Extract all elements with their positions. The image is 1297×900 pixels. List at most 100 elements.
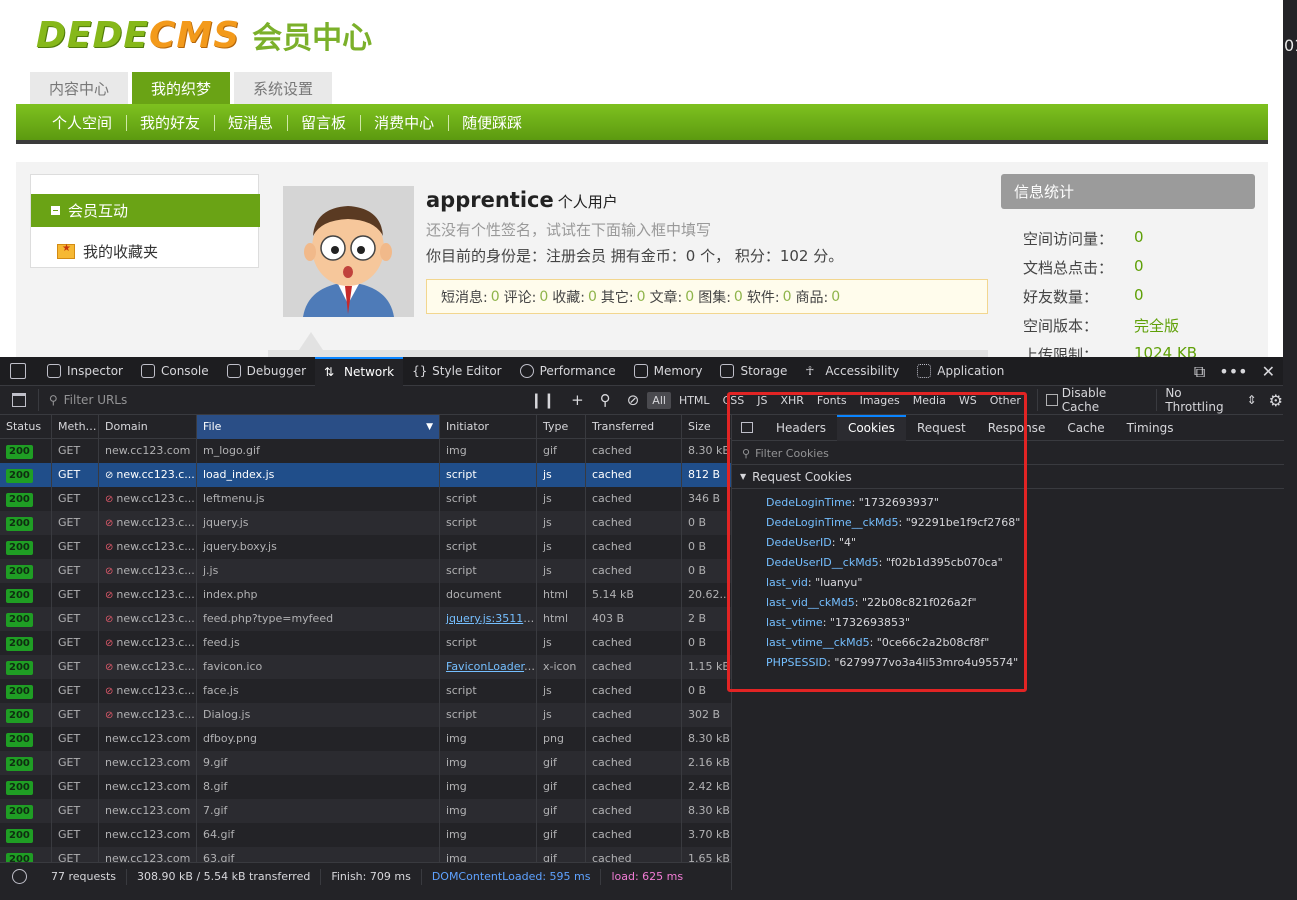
disable-cache-checkbox[interactable]: Disable Cache	[1036, 386, 1146, 414]
table-row[interactable]: 200 GET ⊘ new.cc123.c... face.js script js cach…	[0, 679, 731, 703]
nav-messages[interactable]: 短消息	[214, 112, 287, 133]
cookie-row[interactable]: DedeLoginTime: "1732693937"	[766, 493, 1020, 513]
type-filter-all[interactable]: All	[647, 391, 671, 409]
nav-consumption[interactable]: 消费中心	[360, 112, 448, 133]
menu-member-interaction[interactable]: 会员互动	[31, 194, 260, 227]
add-icon[interactable]: +	[571, 391, 584, 409]
tab-request[interactable]: Request	[906, 415, 977, 441]
stat-value[interactable]: 0	[491, 289, 500, 305]
cookie-row[interactable]: DedeUserID: "4"	[766, 533, 1020, 553]
stat-value[interactable]: 0	[783, 289, 792, 305]
table-row[interactable]: 200 GET new.cc123.com 8.gif img gif cached 2.42…	[0, 775, 731, 799]
table-row[interactable]: 200 GET ⊘ new.cc123.c... jquery.boxy.js scrip…	[0, 535, 731, 559]
avatar[interactable]	[283, 186, 414, 317]
pause-icon[interactable]: ❙❙	[530, 391, 555, 409]
cookie-row[interactable]: last_vid: "luanyu"	[766, 573, 1020, 593]
type-filter-xhr[interactable]: XHR	[775, 392, 808, 409]
tab-system-settings[interactable]: 系统设置	[234, 72, 332, 104]
nav-personal-space[interactable]: 个人空间	[38, 112, 126, 133]
tool-network[interactable]: ⇅ Network	[315, 356, 404, 386]
cookie-row[interactable]: last_vtime: "1732693853"	[766, 613, 1020, 633]
filter-cookies-input[interactable]: ⚲ Filter Cookies	[732, 442, 1284, 465]
stat-value[interactable]: 0	[539, 289, 548, 305]
more-options-icon[interactable]: •••	[1219, 362, 1247, 381]
nav-my-friends[interactable]: 我的好友	[126, 112, 214, 133]
close-icon[interactable]: ✕	[1262, 362, 1275, 381]
initiator-link[interactable]: FaviconLoader....	[446, 660, 536, 673]
col-status[interactable]: Status	[0, 415, 52, 439]
cookie-row[interactable]: last_vtime__ckMd5: "0ce66c2a2b08cf8f"	[766, 633, 1020, 653]
tool-performance[interactable]: Performance	[511, 357, 625, 386]
stat-value[interactable]: 0	[831, 289, 840, 305]
timer-icon[interactable]	[12, 869, 27, 884]
stat-value[interactable]: 0	[734, 289, 743, 305]
cookie-row[interactable]: last_vid__ckMd5: "22b08c821f026a2f"	[766, 593, 1020, 613]
table-row[interactable]: 200 GET ⊘ new.cc123.c... index.php document ht…	[0, 583, 731, 607]
table-row[interactable]: 200 GET ⊘ new.cc123.c... j.js script js cached 0…	[0, 559, 731, 583]
table-row[interactable]: 200 GET new.cc123.com 7.gif img gif cached 8.30…	[0, 799, 731, 823]
menu-favorites[interactable]: 我的收藏夹	[57, 241, 158, 262]
table-row[interactable]: 200 GET ⊘ new.cc123.c... jquery.js script js ca…	[0, 511, 731, 535]
tool-debugger[interactable]: Debugger	[218, 357, 315, 386]
throttling-select[interactable]: No Throttling ⇕	[1156, 386, 1257, 414]
tool-console[interactable]: Console	[132, 357, 218, 386]
nav-guestbook[interactable]: 留言板	[287, 112, 360, 133]
tool-style-editor[interactable]: {} Style Editor	[403, 357, 510, 386]
type-filter-media[interactable]: Media	[908, 392, 951, 409]
clear-trash-icon[interactable]	[12, 393, 26, 407]
filter-urls-input[interactable]: ⚲ Filter URLs	[37, 389, 522, 411]
site-logo[interactable]: DEDECMS 会员中心	[36, 15, 372, 57]
tool-memory[interactable]: Memory	[625, 357, 712, 386]
type-filter-html[interactable]: HTML	[674, 392, 715, 409]
table-row[interactable]: 200 GET ⊘ new.cc123.c... feed.js script js cach…	[0, 631, 731, 655]
col-file[interactable]: File ▼	[197, 415, 440, 439]
stat-value[interactable]: 0	[588, 289, 597, 305]
tab-response[interactable]: Response	[977, 415, 1057, 441]
table-row[interactable]: 200 GET new.cc123.com 64.gif img gif cached 3.7…	[0, 823, 731, 847]
type-filter-images[interactable]: Images	[855, 392, 905, 409]
search-icon[interactable]: ⚲	[600, 391, 611, 409]
tool-application[interactable]: Application	[908, 357, 1013, 386]
col-domain[interactable]: Domain	[99, 415, 197, 439]
cookie-row[interactable]: DedeLoginTime__ckMd5: "92291be1f9cf2768"	[766, 513, 1020, 533]
stat-value[interactable]: 0	[637, 289, 646, 305]
table-row[interactable]: 200 GET ⊘ new.cc123.c... favicon.ico FaviconL…	[0, 655, 731, 679]
col-type[interactable]: Type	[537, 415, 586, 439]
gear-icon[interactable]: ⚙	[1269, 391, 1283, 410]
element-picker-icon[interactable]	[10, 363, 26, 379]
table-row[interactable]: 200 GET ⊘ new.cc123.c... feed.php?type=myfee…	[0, 607, 731, 631]
table-row[interactable]: 200 GET new.cc123.com 63.gif img gif cached 1.6…	[0, 847, 731, 862]
tab-content-center[interactable]: 内容中心	[30, 72, 128, 104]
col-method[interactable]: Method	[52, 415, 99, 439]
table-row[interactable]: 200 GET ⊘ new.cc123.c... Dialog.js script js ca…	[0, 703, 731, 727]
dock-icon[interactable]: ⧉	[1194, 362, 1205, 382]
col-transferred[interactable]: Transferred	[586, 415, 682, 439]
tab-headers[interactable]: Headers	[765, 415, 837, 441]
tab-my-dede[interactable]: 我的织梦	[132, 72, 230, 104]
table-row[interactable]: 200 GET new.cc123.com 9.gif img gif cached 2.16…	[0, 751, 731, 775]
initiator-link[interactable]: jquery.js:3511	[446, 612, 534, 625]
nav-random[interactable]: 随便踩踩	[448, 112, 536, 133]
col-initiator[interactable]: Initiator	[440, 415, 537, 439]
tab-timings[interactable]: Timings	[1116, 415, 1185, 441]
type-filter-ws[interactable]: WS	[954, 392, 982, 409]
table-row[interactable]: 200 GET new.cc123.com m_logo.gif img gif cache…	[0, 439, 731, 463]
type-filter-js[interactable]: JS	[752, 392, 772, 409]
type-filter-fonts[interactable]: Fonts	[812, 392, 852, 409]
stat-value[interactable]: 0	[685, 289, 694, 305]
table-row[interactable]: 200 GET new.cc123.com dfboy.png img png cached…	[0, 727, 731, 751]
request-cookies-section[interactable]: ▼ Request Cookies	[732, 465, 1284, 489]
col-size[interactable]: Size	[682, 415, 731, 439]
tool-inspector[interactable]: Inspector	[38, 357, 132, 386]
type-filter-other[interactable]: Other	[985, 392, 1026, 409]
cookie-row[interactable]: PHPSESSID: "6279977vo3a4li53mro4u95574"	[766, 653, 1020, 673]
panel-toggle-icon[interactable]	[741, 422, 753, 433]
tool-accessibility[interactable]: ☥ Accessibility	[796, 357, 908, 386]
table-row[interactable]: 200 GET ⊘ new.cc123.c... leftmenu.js script js…	[0, 487, 731, 511]
type-filter-css[interactable]: CSS	[718, 392, 750, 409]
tab-cookies[interactable]: Cookies	[836, 414, 906, 441]
block-icon[interactable]: ⊘	[627, 391, 640, 409]
tab-cache[interactable]: Cache	[1056, 415, 1115, 441]
cookie-row[interactable]: DedeUserID__ckMd5: "f02b1d395cb070ca"	[766, 553, 1020, 573]
table-row[interactable]: 200 GET ⊘ new.cc123.c... load_index.js script…	[0, 463, 731, 487]
